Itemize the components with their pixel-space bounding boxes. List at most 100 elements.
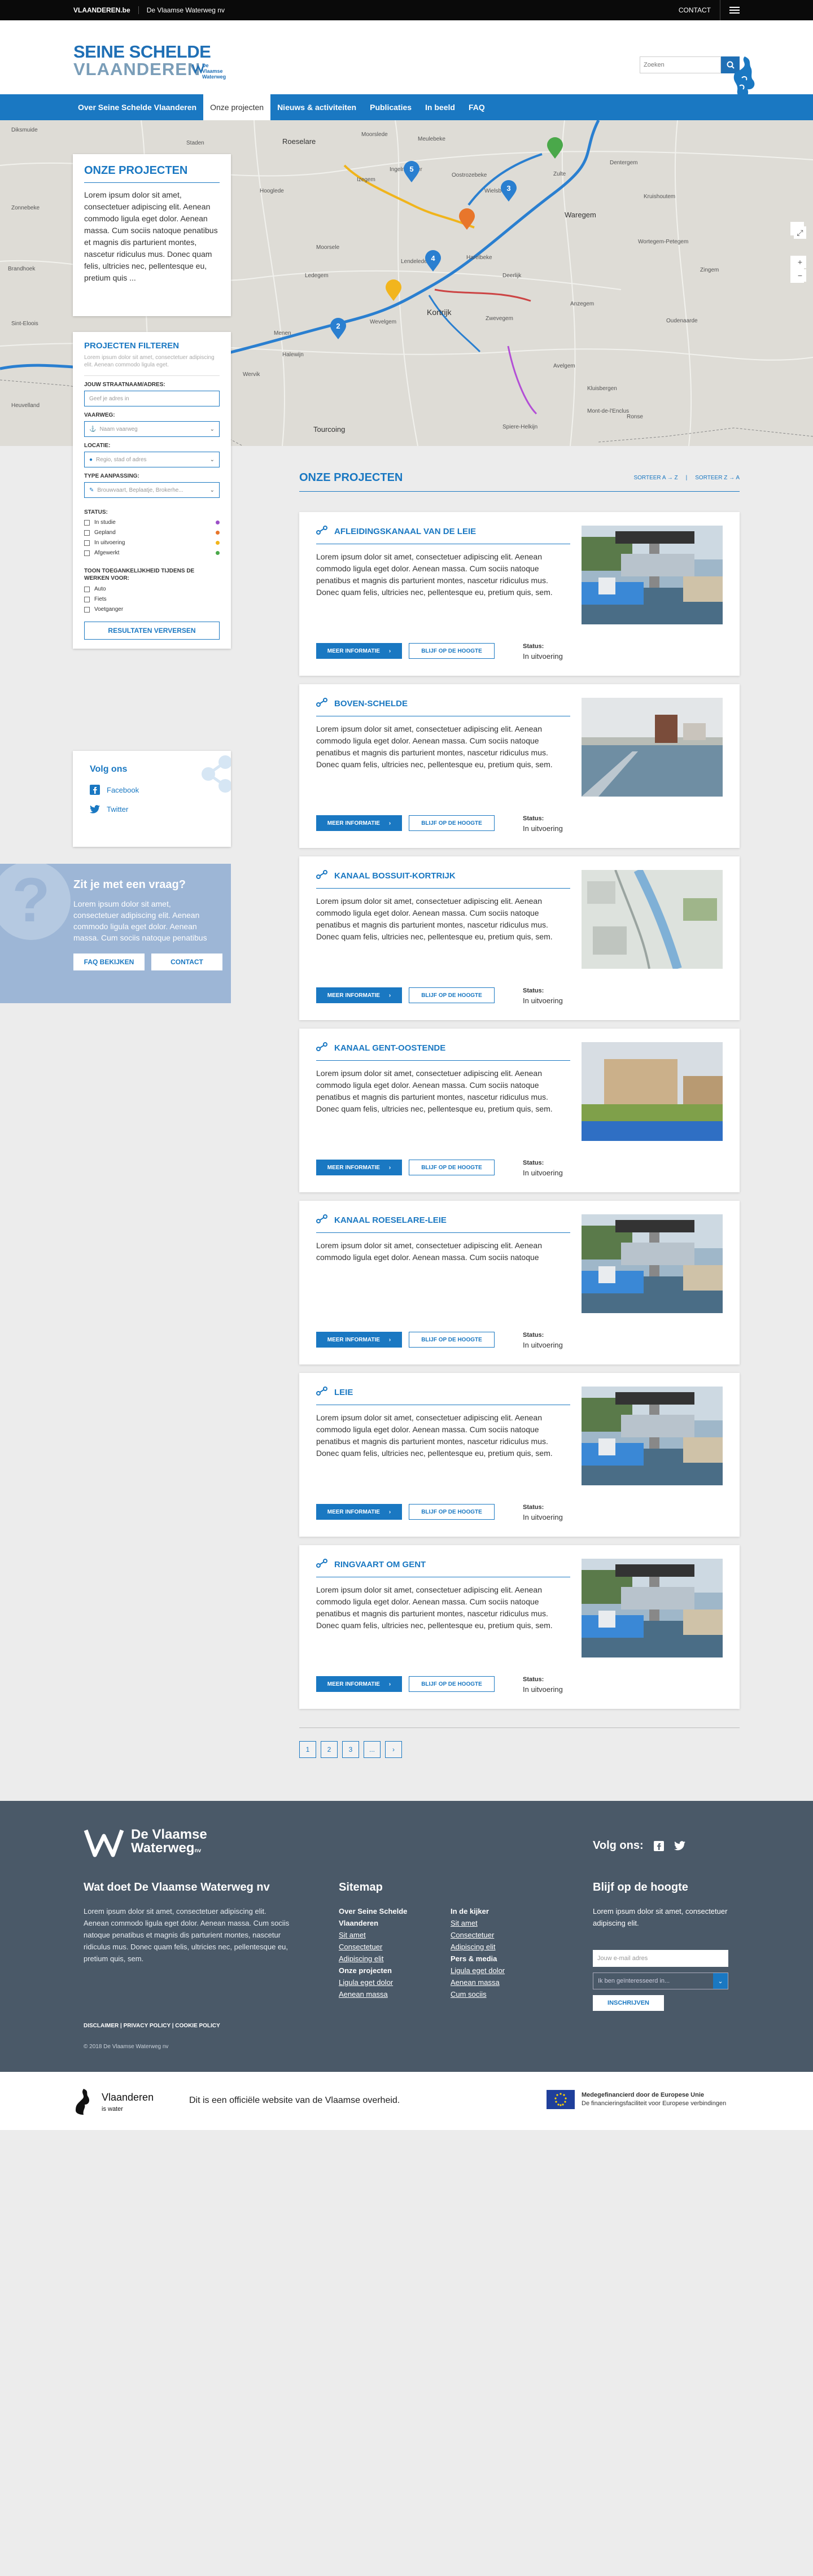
sitemap-link[interactable]: Consectetuer bbox=[451, 1929, 535, 1941]
sitemap-link[interactable]: Adipiscing elit bbox=[339, 1953, 423, 1965]
sitemap-link[interactable]: Adipiscing elit bbox=[451, 1941, 535, 1953]
stay-informed-button[interactable]: BLIJF OP DE HOOGTE bbox=[409, 815, 495, 831]
stay-informed-button[interactable]: BLIJF OP DE HOOGTE bbox=[409, 1160, 495, 1175]
map-marker[interactable]: 5 bbox=[402, 161, 421, 183]
checkbox[interactable] bbox=[84, 530, 90, 536]
location-select[interactable]: ● Regio, stad of adres ⌄ bbox=[84, 452, 220, 467]
waterway-select[interactable]: ⚓ Naam vaarweg ⌄ bbox=[84, 421, 220, 437]
nav-projecten[interactable]: Onze projecten bbox=[203, 94, 271, 120]
nav-faq[interactable]: FAQ bbox=[462, 94, 492, 120]
address-input[interactable]: Geef je adres in bbox=[84, 391, 220, 406]
page-link[interactable]: 3 bbox=[342, 1741, 359, 1758]
sitemap-link[interactable]: Consectetuer bbox=[339, 1941, 423, 1953]
facebook-link[interactable]: Facebook bbox=[90, 785, 214, 795]
nav-in-beeld[interactable]: In beeld bbox=[418, 94, 462, 120]
project-image[interactable] bbox=[582, 526, 723, 624]
legal-links[interactable]: DISCLAIMER | PRIVACY POLICY | COOKIE POL… bbox=[84, 2023, 220, 2029]
map-marker[interactable]: 3 bbox=[499, 180, 518, 203]
project-image[interactable] bbox=[582, 698, 723, 797]
project-title[interactable]: KANAAL BOSSUIT-KORTRIJK bbox=[316, 870, 570, 889]
project-image[interactable] bbox=[582, 1042, 723, 1141]
faq-button[interactable]: FAQ BEKIJKEN bbox=[73, 954, 145, 970]
access-checkbox[interactable]: Auto bbox=[84, 586, 220, 592]
more-info-button[interactable]: MEER INFORMATIE › bbox=[316, 1504, 402, 1520]
page-link[interactable]: 2 bbox=[321, 1741, 338, 1758]
more-info-button[interactable]: MEER INFORMATIE › bbox=[316, 1332, 402, 1348]
project-title[interactable]: BOVEN-SCHELDE bbox=[316, 698, 570, 716]
sitemap-link[interactable]: Cum sociis bbox=[451, 1988, 535, 2000]
project-title[interactable]: RINGVAART OM GENT bbox=[316, 1559, 570, 1577]
header-search bbox=[640, 56, 740, 73]
stay-informed-button[interactable]: BLIJF OP DE HOOGTE bbox=[409, 1332, 495, 1348]
facebook-icon[interactable] bbox=[653, 1840, 664, 1851]
next-page-link[interactable]: › bbox=[385, 1741, 402, 1758]
site-logo[interactable]: SEINE SCHELDE VLAANDEREN De Vlaamse Wate… bbox=[73, 43, 226, 80]
fullscreen-icon[interactable]: ⤢ bbox=[794, 226, 806, 239]
status-checkbox[interactable]: Gepland bbox=[84, 530, 220, 536]
vlaanderen-link[interactable]: VLAANDEREN.be bbox=[73, 6, 139, 14]
checkbox[interactable] bbox=[84, 586, 90, 592]
status-checkbox[interactable]: In uitvoering bbox=[84, 540, 220, 546]
subscribe-button[interactable]: INSCHRIJVEN bbox=[593, 1995, 664, 2011]
checkbox[interactable] bbox=[84, 540, 90, 546]
twitter-link[interactable]: Twitter bbox=[90, 805, 214, 814]
nav-over[interactable]: Over Seine Schelde Vlaanderen bbox=[71, 94, 203, 120]
sitemap-link[interactable]: Ligula eget dolor bbox=[451, 1965, 535, 1976]
sitemap-link[interactable]: Sit amet bbox=[451, 1917, 535, 1929]
nav-nieuws[interactable]: Nieuws & activiteiten bbox=[270, 94, 363, 120]
menu-icon[interactable] bbox=[729, 7, 740, 14]
zoom-out-button[interactable]: − bbox=[794, 269, 806, 282]
project-title[interactable]: AFLEIDINGSKANAAL VAN DE LEIE bbox=[316, 526, 570, 544]
status-checkbox[interactable]: In studie bbox=[84, 519, 220, 526]
project-image[interactable] bbox=[582, 1559, 723, 1657]
sitemap-link[interactable]: Ligula eget dolor bbox=[339, 1976, 423, 1988]
more-info-button[interactable]: MEER INFORMATIE › bbox=[316, 1160, 402, 1175]
vlaanderen-logo[interactable]: Vlaanderen is water bbox=[102, 2092, 154, 2114]
twitter-icon[interactable] bbox=[674, 1841, 685, 1851]
contact-link[interactable]: CONTACT bbox=[679, 6, 711, 14]
sort-az-link[interactable]: SORTEER A → Z bbox=[633, 475, 678, 481]
email-input[interactable]: Jouw e-mail adres bbox=[593, 1950, 728, 1967]
sitemap-link[interactable]: Aenean massa bbox=[451, 1976, 535, 1988]
checkbox[interactable] bbox=[84, 596, 90, 602]
project-image[interactable] bbox=[582, 870, 723, 969]
sitemap-link[interactable]: Aenean massa bbox=[339, 1988, 423, 2000]
access-checkbox[interactable]: Voetganger bbox=[84, 606, 220, 613]
map-marker-orange[interactable] bbox=[457, 208, 477, 231]
search-input[interactable] bbox=[640, 56, 721, 73]
checkbox[interactable] bbox=[84, 519, 90, 526]
sitemap-link[interactable]: Sit amet bbox=[339, 1929, 423, 1941]
zoom-in-button[interactable]: + bbox=[794, 256, 806, 268]
footer-logo[interactable]: De Vlaamse Waterwegnv bbox=[84, 1826, 207, 1862]
more-info-button[interactable]: MEER INFORMATIE › bbox=[316, 815, 402, 831]
project-title[interactable]: LEIE bbox=[316, 1387, 570, 1405]
map-marker-green[interactable] bbox=[545, 137, 565, 160]
nav-publicaties[interactable]: Publicaties bbox=[363, 94, 418, 120]
contact-button[interactable]: CONTACT bbox=[151, 954, 222, 970]
type-select[interactable]: ✎ Brouwvaart, Beplaatje, Brokerhe... ⌄ bbox=[84, 482, 220, 498]
stay-informed-button[interactable]: BLIJF OP DE HOOGTE bbox=[409, 987, 495, 1003]
map-marker-yellow[interactable] bbox=[384, 279, 403, 302]
org-link[interactable]: De Vlaamse Waterweg nv bbox=[139, 6, 225, 14]
access-checkbox[interactable]: Fiets bbox=[84, 596, 220, 602]
stay-informed-button[interactable]: BLIJF OP DE HOOGTE bbox=[409, 1504, 495, 1520]
more-info-button[interactable]: MEER INFORMATIE › bbox=[316, 987, 402, 1003]
more-info-button[interactable]: MEER INFORMATIE › bbox=[316, 1676, 402, 1692]
project-image[interactable] bbox=[582, 1214, 723, 1313]
project-title[interactable]: KANAAL GENT-OOSTENDE bbox=[316, 1042, 570, 1061]
map-marker[interactable]: 2 bbox=[329, 318, 348, 340]
status-checkbox[interactable]: Afgewerkt bbox=[84, 550, 220, 556]
page-link[interactable]: ... bbox=[364, 1741, 381, 1758]
interest-select[interactable]: Ik ben geïnteresseerd in... ⌄ bbox=[593, 1973, 728, 1989]
checkbox[interactable] bbox=[84, 550, 90, 556]
stay-informed-button[interactable]: BLIJF OP DE HOOGTE bbox=[409, 643, 495, 659]
more-info-button[interactable]: MEER INFORMATIE › bbox=[316, 643, 402, 659]
refresh-results-button[interactable]: RESULTATEN VERVERSEN bbox=[84, 622, 220, 640]
page-link[interactable]: 1 bbox=[299, 1741, 316, 1758]
checkbox[interactable] bbox=[84, 606, 90, 613]
project-image[interactable] bbox=[582, 1387, 723, 1485]
sort-za-link[interactable]: SORTEER Z → A bbox=[695, 475, 740, 481]
stay-informed-button[interactable]: BLIJF OP DE HOOGTE bbox=[409, 1676, 495, 1692]
project-title[interactable]: KANAAL ROESELARE-LEIE bbox=[316, 1214, 570, 1233]
map-marker[interactable]: 4 bbox=[423, 250, 443, 273]
